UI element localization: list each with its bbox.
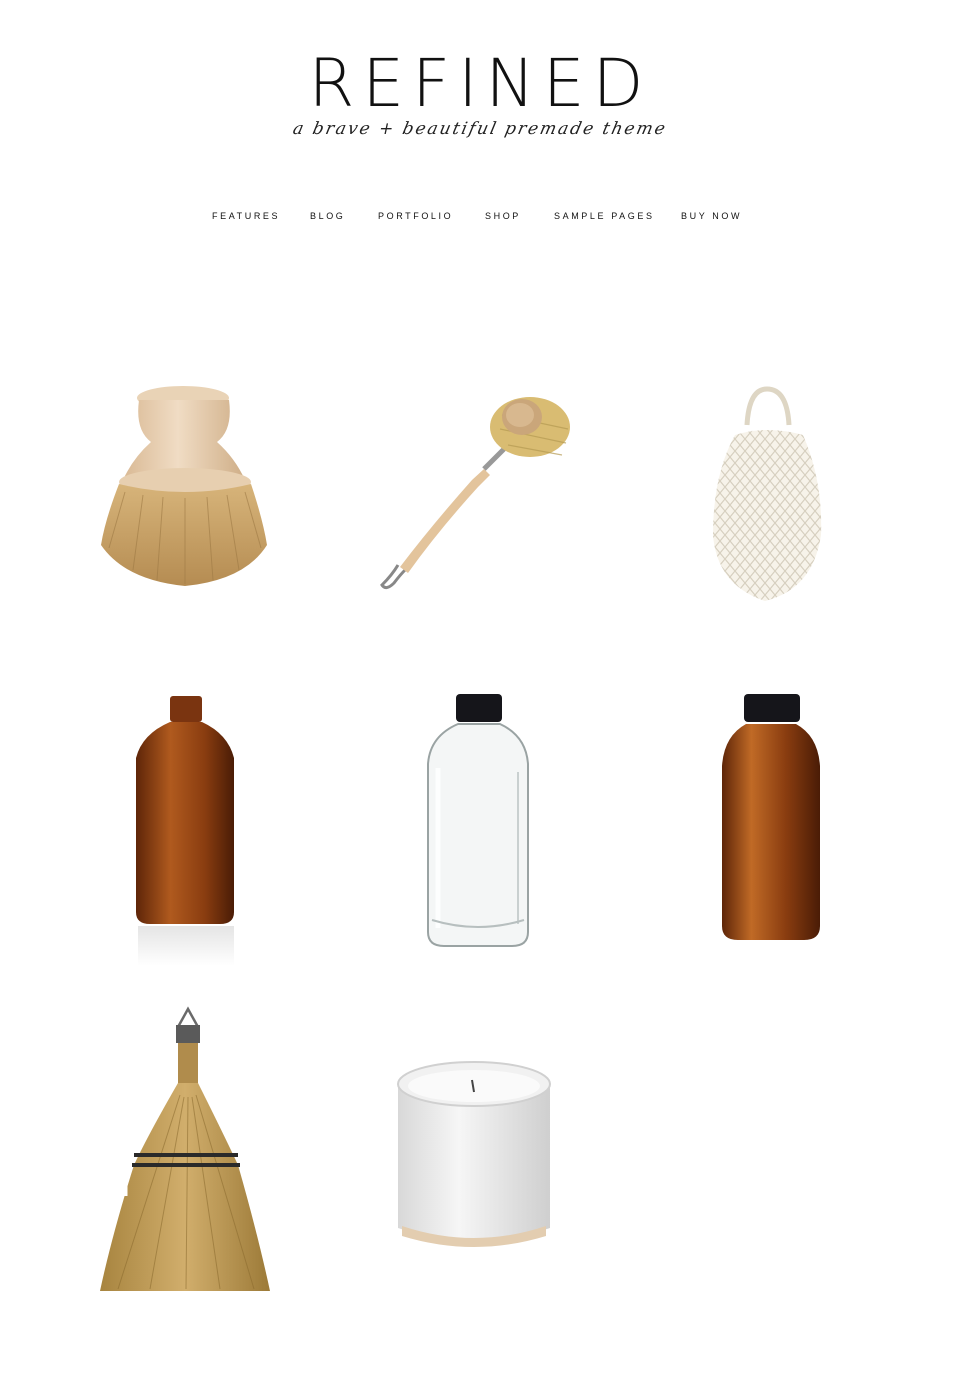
site-tagline: a brave + beautiful premade theme (291, 119, 669, 139)
whisk-broom-icon (100, 1006, 270, 1291)
nav-item-blog[interactable]: BLOG (310, 211, 345, 221)
dish-brush-image[interactable] (372, 385, 577, 595)
nav-item-sample-pages[interactable]: SAMPLE PAGES (554, 211, 655, 221)
amber-bottle-icon (136, 696, 234, 966)
mesh-bag-image[interactable] (705, 385, 830, 607)
clear-bottle-image[interactable] (422, 692, 534, 950)
clear-bottle-icon (427, 694, 529, 947)
dish-brush-icon (380, 397, 570, 590)
mesh-bag-icon (713, 386, 822, 601)
nav-item-shop[interactable]: SHOP (485, 211, 521, 221)
main-navigation: FEATURES BLOG PORTFOLIO SHOP SAMPLE PAGE… (0, 211, 960, 227)
amber-bottle-image[interactable] (132, 694, 238, 969)
site-logo[interactable]: REFINED (0, 48, 960, 120)
pot-brush-icon (101, 386, 267, 586)
nav-item-features[interactable]: FEATURES (212, 211, 280, 221)
amber-bottle-cap-image[interactable] (718, 692, 824, 944)
whisk-broom-image[interactable] (98, 1005, 274, 1297)
amber-bottle-cap-icon (722, 694, 820, 940)
pot-scrubber-brush-image[interactable] (95, 380, 275, 595)
candle-image[interactable] (392, 1058, 557, 1253)
candle-icon (397, 1061, 551, 1247)
nav-item-portfolio[interactable]: PORTFOLIO (378, 211, 453, 221)
nav-item-buy-now[interactable]: BUY NOW (681, 211, 742, 221)
